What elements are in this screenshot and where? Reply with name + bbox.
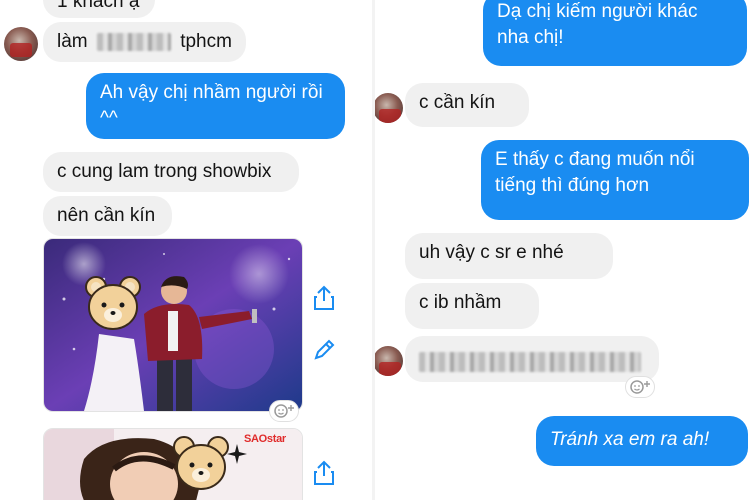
message-text: 1 khách ạ — [57, 0, 140, 12]
incoming-message[interactable]: c ib nhầm — [405, 283, 539, 329]
share-icon[interactable] — [312, 460, 336, 486]
message-line-2: ^^ — [100, 108, 118, 129]
message-text: uh vậy c sr e nhé — [419, 242, 564, 263]
incoming-message[interactable]: nên cần kín — [43, 196, 172, 236]
photo-attachment[interactable]: SAOstar — [43, 428, 303, 500]
incoming-message[interactable]: c cần kín — [405, 83, 529, 127]
share-icon[interactable] — [312, 285, 336, 311]
outgoing-message[interactable]: Dạ chị kiếm người khác nha chị! — [483, 0, 747, 66]
message-line-2: tiếng thì đúng hơn — [495, 175, 650, 196]
add-reaction-button[interactable] — [625, 376, 655, 398]
incoming-message[interactable]: 1 khách ạ — [43, 0, 155, 18]
redacted-text — [96, 32, 171, 51]
outgoing-message[interactable]: Ah vậy chị nhầm người rồi ^^ — [86, 73, 345, 139]
right-chat-screenshot: Dạ chị kiếm người khác nha chị! c cần kí… — [375, 0, 750, 500]
message-text-suffix: tphcm — [180, 31, 232, 52]
bear-sticker — [173, 436, 229, 490]
add-reaction-icon — [630, 380, 650, 394]
incoming-message-redacted[interactable] — [405, 336, 659, 382]
contact-avatar[interactable] — [375, 346, 403, 376]
message-line-1: Dạ chị kiếm người khác — [497, 1, 698, 22]
photo-attachment[interactable] — [43, 238, 303, 412]
bear-sticker — [85, 276, 141, 330]
redacted-text — [419, 351, 641, 372]
add-reaction-button[interactable] — [269, 400, 299, 422]
message-text: c cần kín — [419, 92, 496, 113]
sparkle-icon — [227, 444, 247, 464]
message-text-prefix: làm — [57, 31, 88, 52]
contact-avatar[interactable] — [4, 27, 38, 61]
message-line-2: nha chị! — [497, 27, 564, 48]
message-text: Tránh xa em ra ah! — [550, 429, 710, 450]
edit-icon[interactable] — [312, 338, 336, 362]
add-reaction-icon — [274, 404, 294, 418]
incoming-message[interactable]: uh vậy c sr e nhé — [405, 233, 613, 279]
outgoing-message[interactable]: E thấy c đang muốn nổi tiếng thì đúng hơ… — [481, 140, 749, 220]
message-line-1: Ah vậy chị nhầm người rồi — [100, 82, 323, 103]
watermark-logo: SAOstar — [244, 433, 286, 445]
message-text: nên cần kín — [57, 205, 156, 226]
incoming-message[interactable]: c cung lam trong showbix — [43, 152, 299, 192]
message-text: c ib nhầm — [419, 292, 502, 313]
message-text: c cung lam trong showbix — [57, 161, 272, 182]
message-line-1: E thấy c đang muốn nổi — [495, 149, 695, 170]
contact-avatar[interactable] — [375, 93, 403, 123]
concert-photo — [44, 239, 302, 411]
incoming-message-redacted[interactable]: làm tphcm — [43, 22, 246, 62]
left-chat-screenshot: 1 khách ạ làm tphcm Ah vậy chị nhầm ngườ… — [0, 0, 372, 500]
outgoing-message[interactable]: Tránh xa em ra ah! — [536, 416, 748, 466]
